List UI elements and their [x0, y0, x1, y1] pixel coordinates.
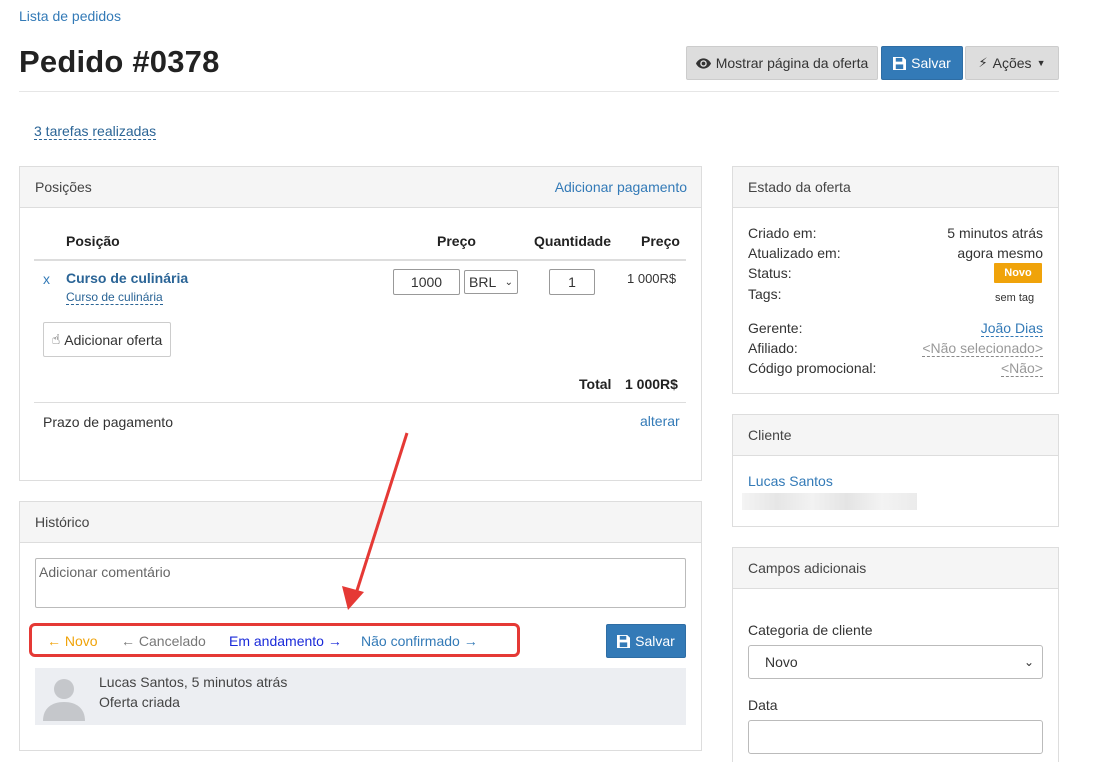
remove-item-link[interactable]: x [43, 271, 50, 287]
chevron-down-icon: ⌄ [1023, 655, 1034, 669]
caret-down-icon: ▼ [1036, 58, 1046, 68]
positions-panel-header: Posições Adicionar pagamento [20, 167, 701, 208]
created-label: Criado em: [748, 225, 817, 241]
total-label: Total [579, 376, 612, 392]
history-save-label: Salvar [635, 633, 675, 649]
client-name-link[interactable]: Lucas Santos [748, 473, 833, 489]
client-category-label: Categoria de cliente [748, 622, 873, 638]
client-panel-header: Cliente [733, 415, 1058, 456]
status-novo-link[interactable]: ← Novo [47, 633, 98, 649]
created-value: 5 minutos atrás [947, 225, 1043, 241]
manager-label: Gerente: [748, 320, 803, 336]
arrow-right-icon: → [459, 633, 478, 649]
tasks-done-link[interactable]: 3 tarefas realizadas [34, 123, 157, 140]
save-button[interactable]: Salvar [881, 46, 963, 80]
client-panel: Cliente [732, 414, 1059, 527]
total-divider [34, 402, 686, 403]
add-offer-label: Adicionar oferta [64, 331, 163, 348]
annotation-arrow-icon [342, 432, 409, 610]
offer-state-header: Estado da oferta [733, 167, 1058, 208]
currency-value: BRL [469, 274, 497, 290]
eye-icon [695, 57, 711, 69]
add-payment-link[interactable]: Adicionar pagamento [555, 179, 687, 195]
show-offer-page-label: Mostrar página da oferta [715, 55, 869, 71]
client-contact-redacted [742, 493, 917, 510]
change-payment-term-link[interactable]: alterar [640, 413, 680, 429]
history-save-button[interactable]: Salvar [606, 624, 686, 658]
status-badge[interactable]: Novo [994, 263, 1042, 283]
add-offer-button[interactable]: ☝ Adicionar oferta [43, 322, 171, 357]
currency-select[interactable]: BRL ⌄ [464, 270, 518, 294]
hand-pointer-icon: ☝ [51, 331, 61, 347]
status-em-andamento-label: Em andamento [229, 633, 324, 649]
total-value: 1 000R$ [625, 376, 678, 392]
history-title: Histórico [35, 514, 90, 530]
status-em-andamento-link[interactable]: Em andamento → [229, 633, 342, 649]
history-entry-text: Oferta criada [99, 694, 180, 710]
column-header-total-price: Preço [641, 233, 680, 249]
status-label: Status: [748, 265, 792, 281]
positions-title: Posições [35, 179, 92, 195]
chevron-down-icon: ⌄ [504, 276, 513, 288]
column-header-price: Preço [437, 233, 476, 249]
manager-link[interactable]: João Dias [980, 320, 1043, 337]
tags-value[interactable]: sem tag [995, 292, 1034, 304]
status-cancelado-link[interactable]: ← Cancelado [121, 633, 206, 649]
date-label: Data [748, 697, 778, 713]
item-total: 1 000R$ [627, 271, 677, 286]
offer-state-title: Estado da oferta [748, 179, 851, 195]
breadcrumb-link[interactable]: Lista de pedidos [19, 8, 121, 24]
date-input[interactable] [748, 720, 1043, 754]
show-offer-page-button[interactable]: Mostrar página da oferta [686, 46, 878, 80]
status-nao-confirmado-link[interactable]: Não confirmado → [361, 633, 478, 649]
affiliate-label: Afiliado: [748, 340, 798, 356]
status-nao-confirmado-label: Não confirmado [361, 633, 460, 649]
column-header-quantity: Quantidade [534, 233, 612, 249]
quantity-input[interactable]: 1 [549, 269, 595, 295]
save-label: Salvar [911, 55, 951, 71]
item-sub-link[interactable]: Curso de culinária [66, 290, 163, 305]
item-name-link[interactable]: Curso de culinária [66, 270, 188, 286]
header-divider [19, 91, 1059, 92]
status-novo-label: Novo [64, 633, 98, 649]
client-category-select[interactable]: Novo ⌄ [748, 645, 1043, 679]
arrow-left-icon: ← [121, 633, 139, 649]
promo-code-link[interactable]: <Não> [1000, 360, 1043, 377]
bolt-icon: ⚡ [978, 55, 988, 70]
client-category-value: Novo [765, 654, 798, 670]
actions-dropdown-button[interactable]: ⚡ Ações ▼ [965, 46, 1059, 80]
extra-fields-title: Campos adicionais [748, 560, 867, 576]
page-title: Pedido #0378 [19, 44, 220, 79]
column-header-position: Posição [66, 233, 120, 249]
payment-term-label: Prazo de pagamento [43, 414, 173, 430]
arrow-left-icon: ← [47, 633, 65, 649]
actions-label: Ações [992, 55, 1032, 71]
history-entry-author: Lucas Santos, 5 minutos atrás [99, 674, 288, 690]
tags-label: Tags: [748, 286, 782, 302]
promo-code-label: Código promocional: [748, 360, 877, 376]
extra-fields-header: Campos adicionais [733, 548, 1058, 589]
affiliate-link[interactable]: <Não selecionado> [922, 340, 1043, 357]
avatar-icon [40, 673, 88, 721]
updated-label: Atualizado em: [748, 245, 841, 261]
arrow-right-icon: → [323, 633, 342, 649]
price-input[interactable]: 1000 [393, 269, 460, 295]
floppy-icon [893, 56, 907, 70]
floppy-icon [617, 634, 631, 648]
table-header-divider [34, 259, 686, 261]
updated-value: agora mesmo [957, 245, 1043, 261]
status-cancelado-label: Cancelado [138, 633, 206, 649]
client-title: Cliente [748, 427, 792, 443]
